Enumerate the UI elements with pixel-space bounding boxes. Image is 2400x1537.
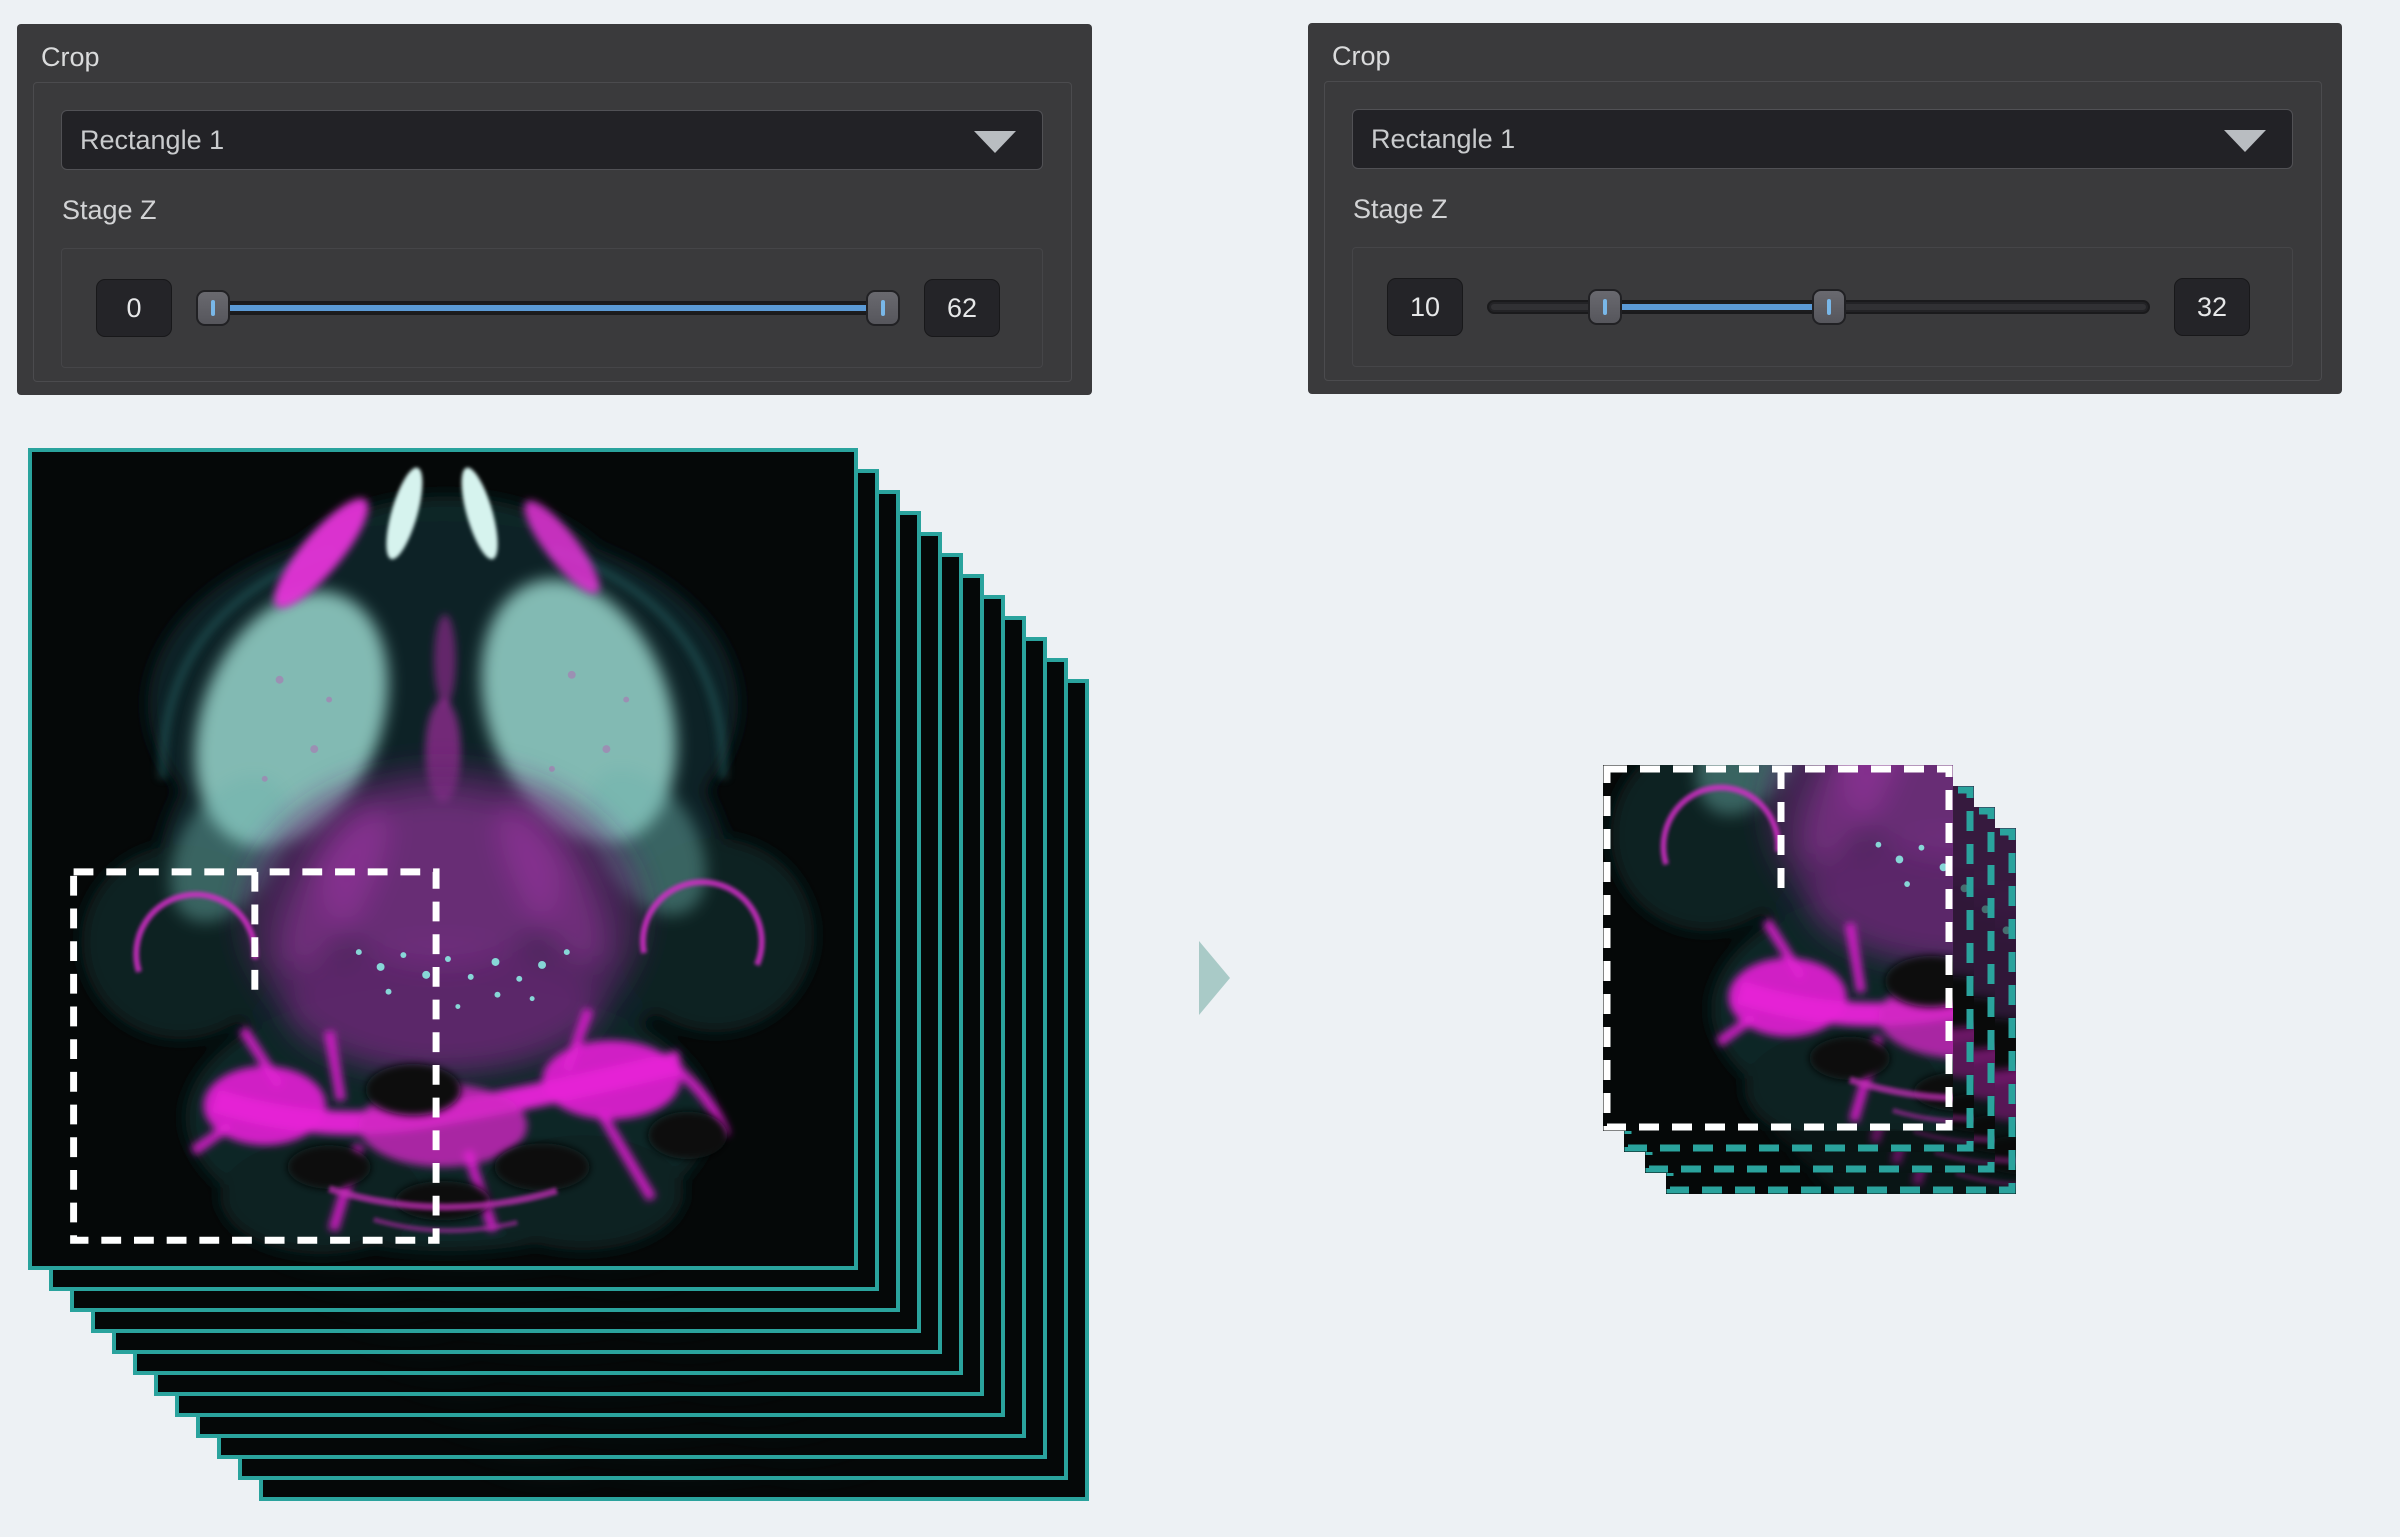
- dropdown-arrow-icon: [974, 131, 1016, 153]
- slider-handle-low[interactable]: [196, 290, 230, 326]
- slider-handle-high[interactable]: [866, 290, 900, 326]
- panel-title: Crop: [1332, 41, 1391, 72]
- stage-z-range-slider[interactable]: [1487, 287, 2150, 327]
- page: Crop Rectangle 1 Stage Z 0 62 Crop: [0, 0, 2400, 1537]
- stage-z-max-field[interactable]: 62: [924, 279, 1000, 337]
- cropped-slice-front: [1603, 765, 1953, 1131]
- stage-z-sliderbox: 0 62: [61, 248, 1043, 368]
- source-stack: [28, 448, 1089, 1501]
- panel-title: Crop: [41, 42, 100, 73]
- image-slice-front: [28, 448, 858, 1270]
- stage-z-min-field[interactable]: 10: [1387, 278, 1463, 336]
- rectangle-select[interactable]: Rectangle 1: [61, 110, 1043, 170]
- crop-groupbox: Rectangle 1 Stage Z 10 32: [1324, 81, 2322, 381]
- slider-handle-low[interactable]: [1588, 289, 1622, 325]
- cropped-stack: [1603, 765, 2016, 1194]
- slider-fill: [213, 303, 883, 313]
- rectangle-select-value: Rectangle 1: [1371, 124, 1515, 155]
- crop-groupbox: Rectangle 1 Stage Z 0 62: [33, 82, 1072, 382]
- stage-z-range-slider[interactable]: [196, 288, 900, 328]
- arrow-right-icon: [1197, 939, 1231, 1017]
- stage-z-sliderbox: 10 32: [1352, 247, 2293, 367]
- crop-panel-right: Crop Rectangle 1 Stage Z 10 32: [1308, 23, 2342, 394]
- slider-handle-high[interactable]: [1812, 289, 1846, 325]
- crop-panel-left: Crop Rectangle 1 Stage Z 0 62: [17, 24, 1092, 395]
- stage-z-label: Stage Z: [62, 195, 157, 226]
- stage-z-min-field[interactable]: 0: [96, 279, 172, 337]
- stage-z-label: Stage Z: [1353, 194, 1448, 225]
- stage-z-max-field[interactable]: 32: [2174, 278, 2250, 336]
- slider-fill: [1605, 302, 1828, 312]
- rectangle-select[interactable]: Rectangle 1: [1352, 109, 2293, 169]
- dropdown-arrow-icon: [2224, 130, 2266, 152]
- rectangle-select-value: Rectangle 1: [80, 125, 224, 156]
